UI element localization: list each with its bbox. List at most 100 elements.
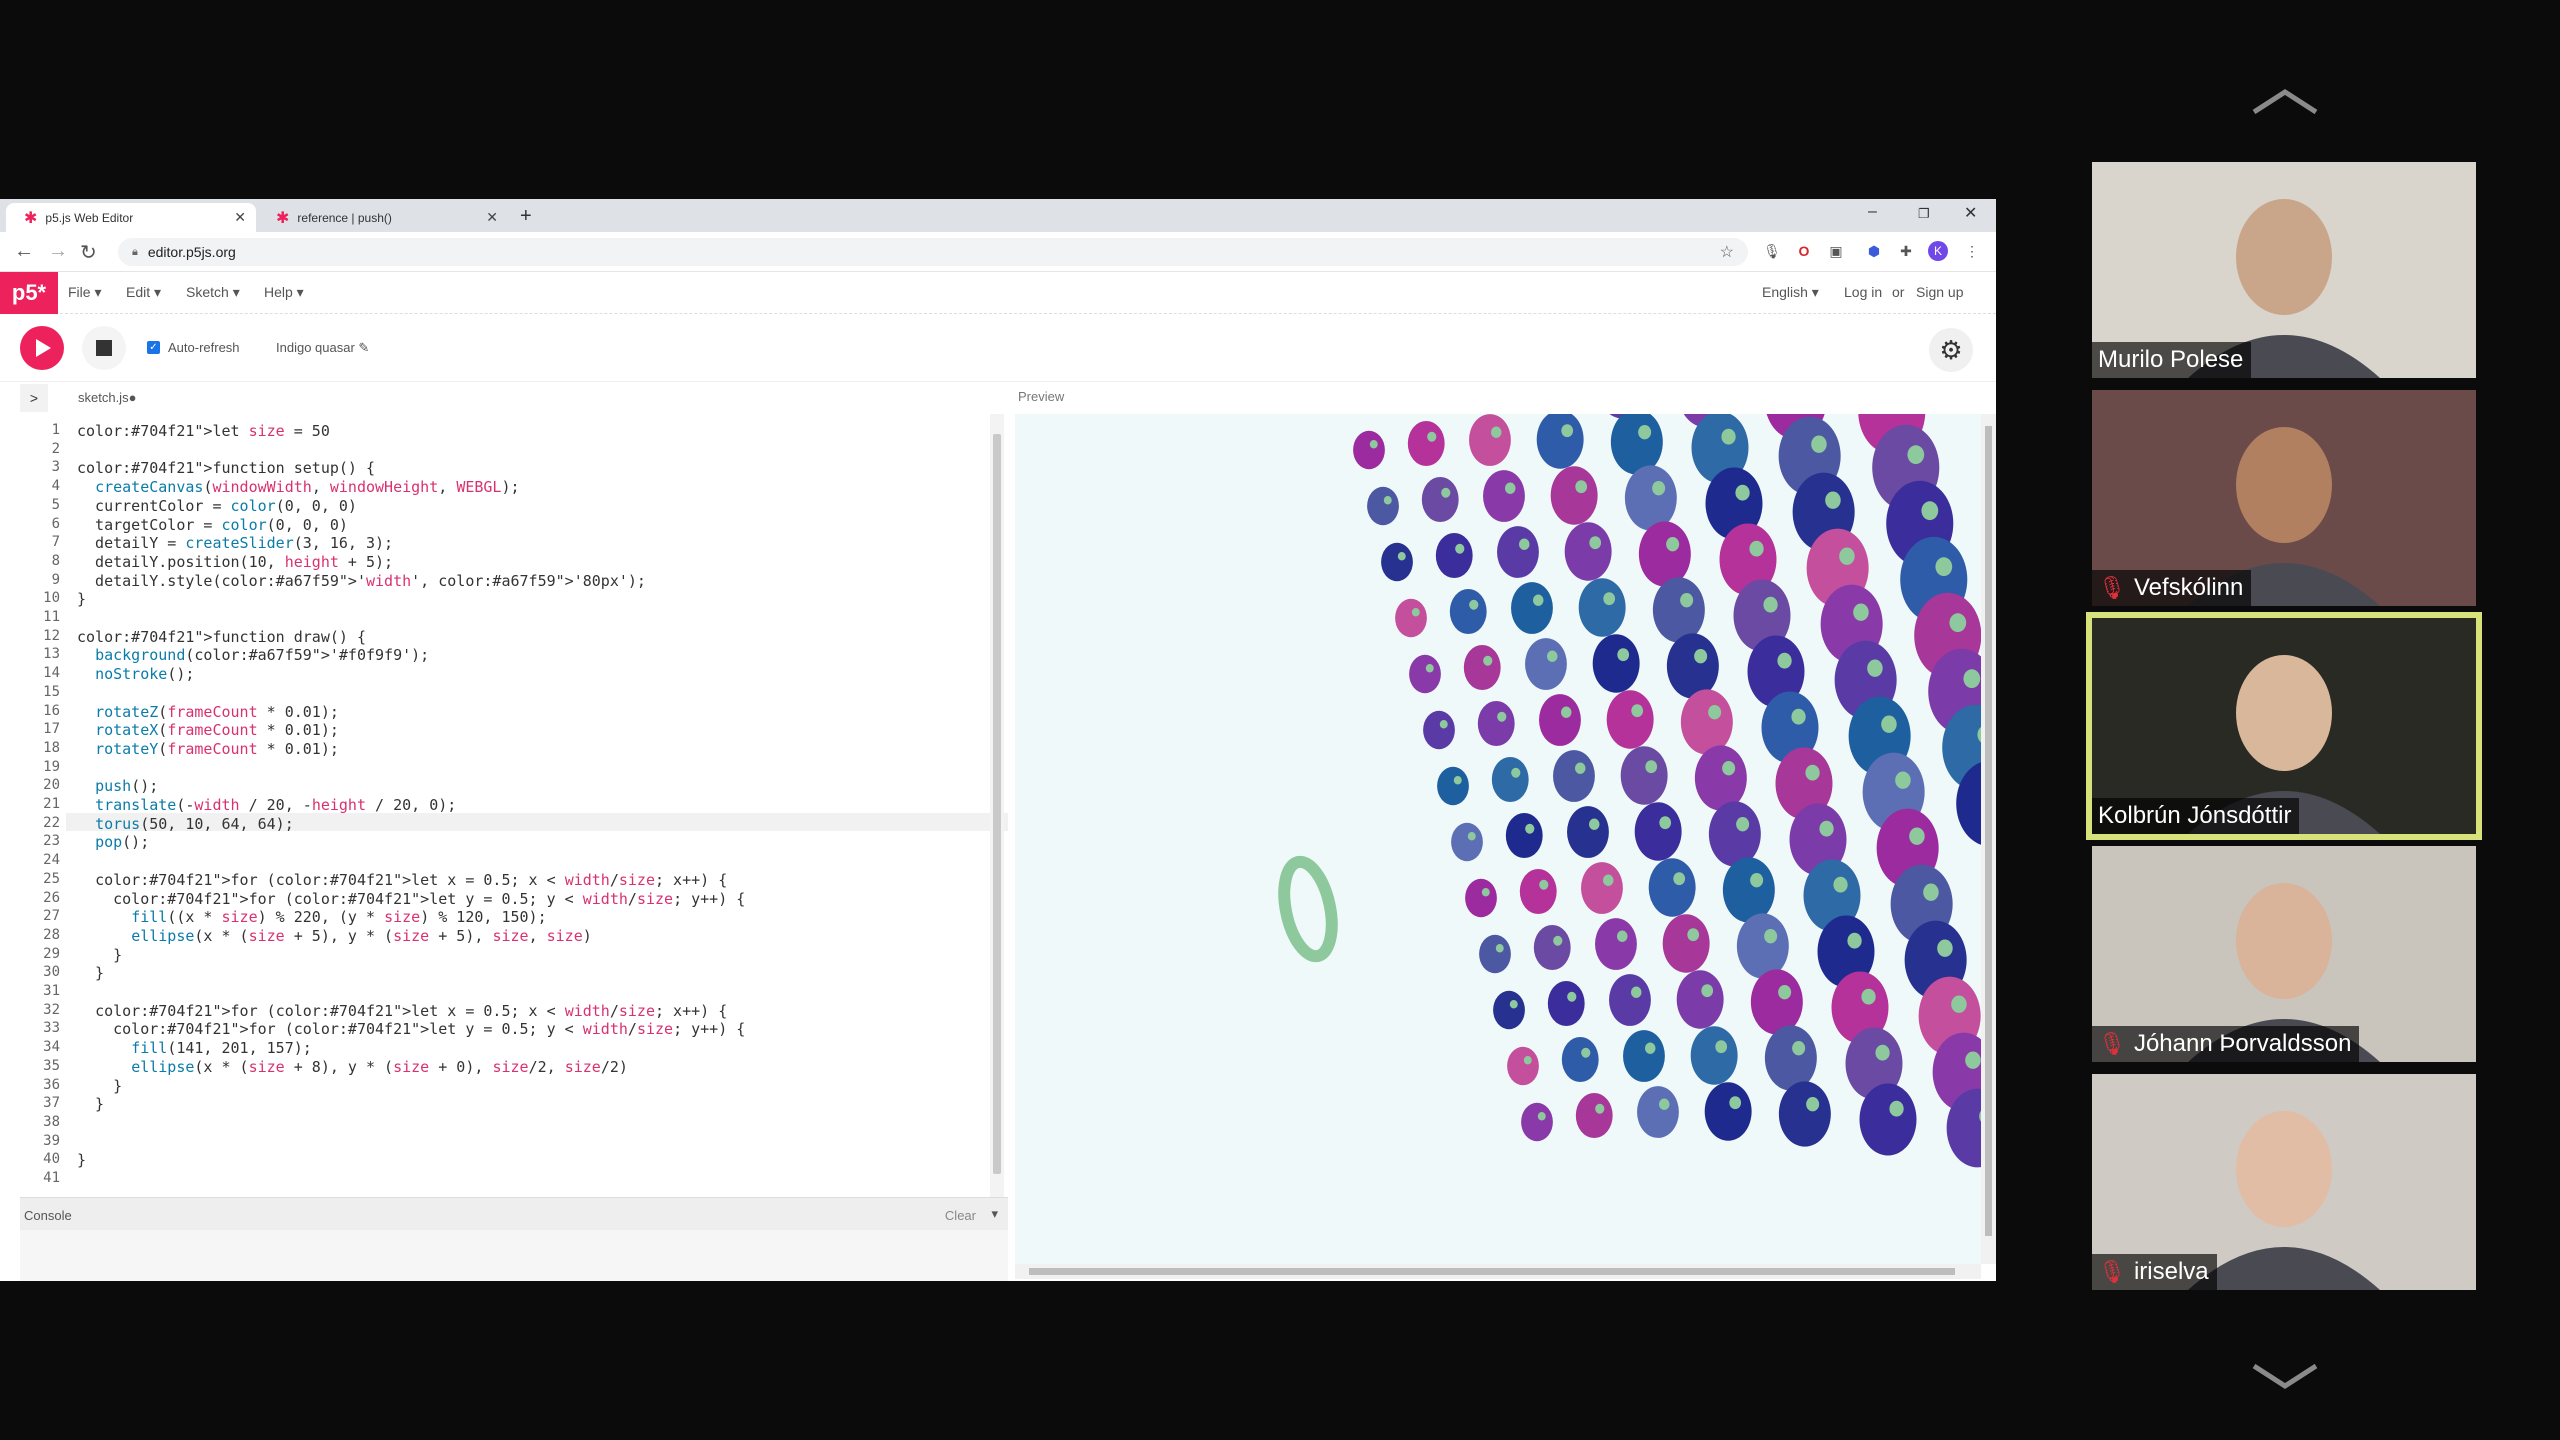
p5-logo[interactable]: p5* [0, 272, 58, 314]
sketch-name[interactable]: Indigo quasar ✎ [276, 340, 369, 356]
chevron-down-icon[interactable]: ▾ [991, 1206, 998, 1222]
scrollbar-thumb[interactable] [1985, 426, 1992, 1236]
more-menu-icon[interactable]: ⋮ [1962, 241, 1982, 261]
extension-icon[interactable]: ⬢ [1864, 241, 1884, 261]
ellipse-mark [1409, 654, 1441, 694]
reload-icon[interactable]: ↻ [80, 240, 97, 265]
console-clear-button[interactable]: Clear [945, 1208, 976, 1223]
file-tab[interactable]: sketch.js● [78, 390, 136, 405]
code-line: torus(50, 10, 64, 64); [95, 814, 294, 833]
line-number: 4 [51, 478, 60, 495]
mint-accent-mark [1631, 986, 1642, 998]
line-gutter: 1 2 3 4 5 6 7 8 9 10 11 12 13 14 15 16 17 18 19 20 21 22 23 24 2… [20, 414, 66, 1197]
scroll-up-chevron-icon[interactable] [2250, 86, 2320, 116]
mint-accent-mark [1575, 762, 1586, 774]
expand-sidebar-chevron-icon[interactable]: > [20, 384, 48, 412]
code-line: color:#704f21">function draw() { [77, 627, 366, 646]
code-editor[interactable]: 1 2 3 4 5 6 7 8 9 10 11 12 13 14 15 16 17 18 19 20 21 22 23 24 2… [20, 414, 1008, 1197]
ellipse-mark [1367, 486, 1399, 526]
participant-video-tile[interactable]: 🎙︎ iriselva [2092, 1074, 2476, 1290]
line-number: 25 [43, 870, 60, 887]
back-icon[interactable]: ← [14, 240, 34, 263]
signup-link[interactable]: Sign up [1916, 284, 1963, 300]
tab-reference[interactable]: ✱ reference | push() ✕ [258, 203, 508, 232]
code-line: rotateY(frameCount * 0.01); [95, 739, 339, 758]
participant-name: Jóhann Þorvaldsson [2133, 1030, 2352, 1057]
mint-accent-mark [1861, 988, 1876, 1005]
shield-extension-icon[interactable]: ▣ [1826, 241, 1846, 261]
participant-name: iriselva [2133, 1258, 2209, 1285]
new-tab-icon[interactable]: + [520, 205, 532, 228]
menu-help[interactable]: Help ▾ [264, 284, 304, 301]
mint-accent-mark [1575, 480, 1588, 494]
menu-file[interactable]: File ▾ [68, 284, 101, 301]
editor-scrollbar[interactable] [990, 414, 1004, 1197]
menu-sketch[interactable]: Sketch ▾ [186, 284, 240, 301]
mint-accent-mark [1907, 445, 1925, 465]
stop-button[interactable] [82, 326, 126, 370]
tab-p5-editor[interactable]: ✱ p5.js Web Editor ✕ [6, 203, 256, 232]
line-number: 24 [43, 852, 60, 869]
ellipse-mark [1637, 1086, 1679, 1138]
preview-horizontal-scrollbar[interactable] [1015, 1264, 1981, 1279]
language-menu[interactable]: English ▾ [1762, 284, 1819, 301]
opera-extension-icon[interactable]: O [1794, 241, 1814, 261]
bookmark-star-icon[interactable]: ☆ [1720, 242, 1734, 262]
scrollbar-thumb[interactable] [993, 434, 1001, 1174]
mint-accent-mark [1589, 536, 1602, 550]
line-number: 22 [43, 814, 60, 831]
muted-mic-icon: 🎙︎ [2098, 1031, 2126, 1056]
restore-icon[interactable]: ❐ [1918, 206, 1930, 222]
play-icon [36, 339, 51, 357]
close-icon[interactable]: ✕ [234, 209, 246, 226]
preview-vertical-scrollbar[interactable] [1981, 414, 1996, 1264]
checkbox-check-icon: ✓ [147, 341, 160, 354]
ellipse-mark [1750, 969, 1803, 1035]
mint-accent-mark [1811, 435, 1827, 453]
forward-icon[interactable]: → [48, 240, 68, 263]
mint-accent-mark [1819, 820, 1834, 837]
mint-accent-mark [1708, 705, 1722, 720]
ellipse-mark [1624, 465, 1677, 531]
line-number: 14 [43, 665, 60, 682]
puzzle-icon[interactable]: ✚ [1896, 241, 1916, 261]
mint-accent-mark [1867, 659, 1883, 677]
mint-accent-mark [1909, 827, 1925, 845]
participant-video-tile[interactable]: Kolbrún Jónsdóttir [2086, 612, 2482, 840]
login-link[interactable]: Log in [1844, 284, 1882, 300]
participant-video-tile[interactable]: 🎙︎ Jóhann Þorvaldsson [2092, 846, 2476, 1062]
mint-accent-mark [1483, 655, 1493, 666]
minimize-icon[interactable]: – [1868, 203, 1877, 221]
sketch-preview[interactable] [1015, 414, 1981, 1264]
play-button[interactable] [20, 326, 64, 370]
mic-extension-icon[interactable]: 🎙︎ [1762, 241, 1782, 261]
mint-accent-mark [1847, 932, 1862, 949]
menu-edit[interactable]: Edit ▾ [126, 284, 161, 301]
mint-accent-mark [1491, 426, 1502, 438]
ellipse-mark [1463, 644, 1501, 691]
participant-video-tile[interactable]: Murilo Polese [2092, 162, 2476, 378]
line-number: 32 [43, 1001, 60, 1018]
line-number: 37 [43, 1095, 60, 1112]
mint-accent-mark [1397, 552, 1406, 561]
mint-accent-mark [1778, 985, 1792, 1000]
settings-gear-icon[interactable]: ⚙ [1929, 328, 1973, 372]
line-number: 38 [43, 1113, 60, 1130]
torus-mark [1278, 855, 1338, 963]
ellipse-mark [1694, 745, 1747, 811]
close-icon[interactable]: ✕ [486, 209, 498, 226]
participant-video-tile[interactable]: 🎙︎ Vefskólinn [2092, 390, 2476, 606]
mint-accent-mark [1659, 1098, 1670, 1110]
line-number: 10 [43, 590, 60, 607]
profile-avatar[interactable]: K [1928, 241, 1948, 261]
console-panel: Console Clear ▾ [20, 1197, 1008, 1281]
address-bar: ← → ↻ 🔒︎ editor.p5js.org ☆ 🎙︎ O ▣ ⬢ ✚ K … [0, 232, 1996, 272]
scrollbar-thumb[interactable] [1029, 1268, 1955, 1275]
auto-refresh-checkbox[interactable]: ✓ Auto-refresh [147, 340, 240, 355]
ellipse-mark [1561, 1036, 1599, 1083]
ellipse-mark [1680, 689, 1733, 755]
url-input[interactable]: 🔒︎ editor.p5js.org ☆ [118, 238, 1748, 266]
window-close-icon[interactable]: ✕ [1964, 203, 1977, 223]
scroll-down-chevron-icon[interactable] [2250, 1362, 2320, 1392]
code-line: color:#704f21">for (color:#704f21">let x… [95, 870, 728, 889]
